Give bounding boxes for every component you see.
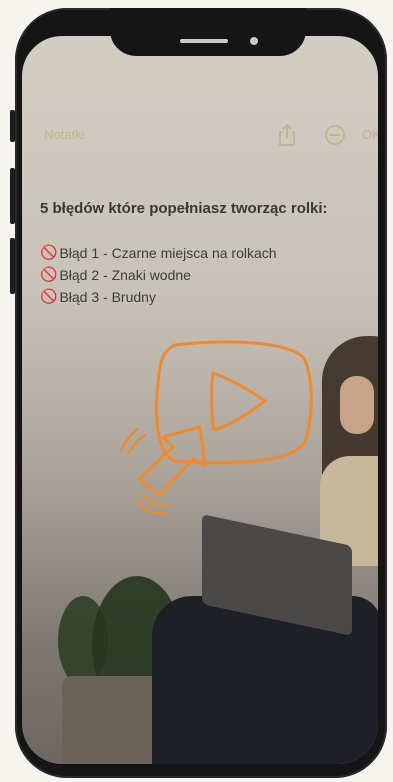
note-item: 🚫 Błąd 3 - Brudny <box>40 288 156 305</box>
note-item: 🚫 Błąd 1 - Czarne miejsca na rolkach <box>40 244 277 261</box>
play-icon <box>210 371 267 432</box>
note-item-text: Błąd 3 - Brudny <box>59 288 156 305</box>
click-spark-icon <box>119 427 147 455</box>
note-item: 🚫 Błąd 2 - Znaki wodne <box>40 266 191 283</box>
note-title: 5 błędów które popełniasz tworząc rolki: <box>40 200 328 217</box>
person-face <box>340 376 374 434</box>
share-icon[interactable] <box>276 123 298 147</box>
back-button[interactable]: Notatki <box>44 127 84 142</box>
play-frame-icon <box>155 340 313 465</box>
done-button[interactable]: OK <box>362 127 378 142</box>
more-icon[interactable] <box>324 124 346 146</box>
phone-notch <box>110 8 306 56</box>
camera-icon <box>250 37 258 45</box>
note-item-text: Błąd 1 - Czarne miejsca na rolkach <box>59 244 277 261</box>
notes-toolbar: Notatki OK <box>22 121 378 151</box>
ban-icon: 🚫 <box>40 288 58 304</box>
ban-icon: 🚫 <box>40 266 58 282</box>
play-video-graphic[interactable] <box>115 335 320 515</box>
speaker-icon <box>180 39 228 43</box>
note-item-text: Błąd 2 - Znaki wodne <box>59 266 191 283</box>
click-spark-icon <box>135 493 171 515</box>
ban-icon: 🚫 <box>40 244 58 260</box>
